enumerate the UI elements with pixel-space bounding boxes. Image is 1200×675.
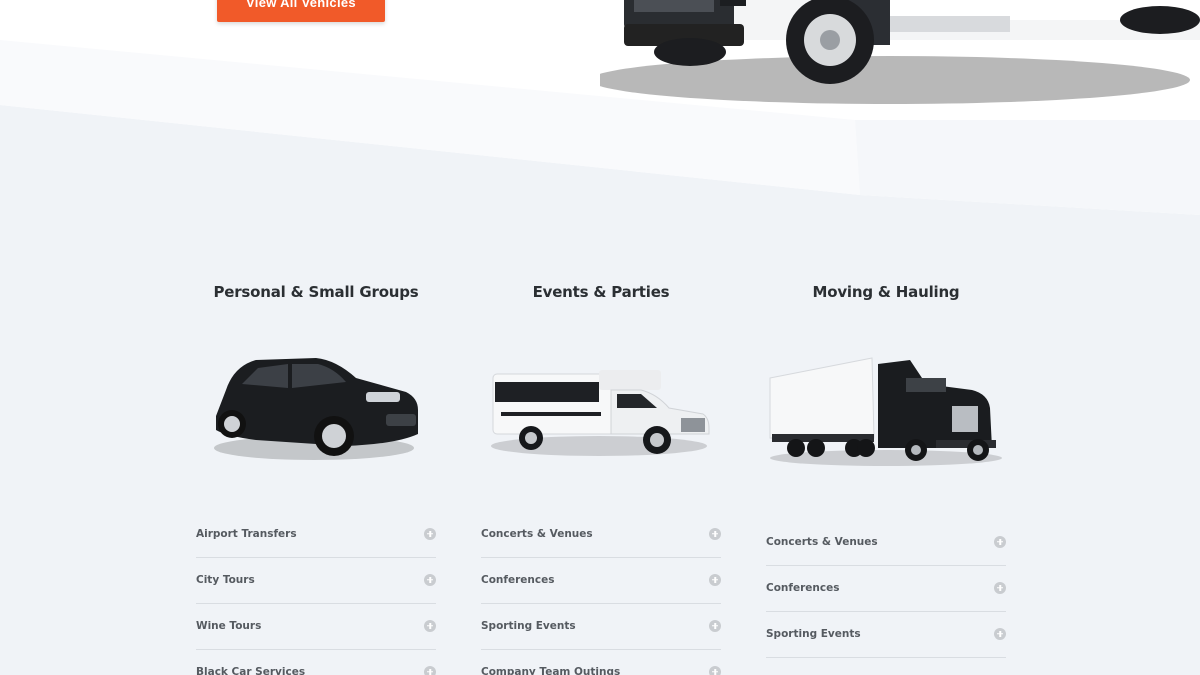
service-list: Airport Transfers City Tours Wine Tours …: [196, 512, 436, 675]
plus-circle-icon[interactable]: [709, 527, 721, 540]
service-label: Sporting Events: [766, 627, 861, 640]
party-bus-icon: [481, 344, 721, 484]
category-title: Personal & Small Groups: [213, 283, 419, 301]
service-item-concerts-venues[interactable]: Concerts & Venues: [481, 512, 721, 558]
category-title: Events & Parties: [532, 283, 670, 301]
service-item-black-car-services[interactable]: Black Car Services: [196, 650, 436, 675]
category-personal-small-groups: Personal & Small Groups Airport Transfer…: [196, 280, 436, 675]
plus-circle-icon[interactable]: [424, 573, 436, 586]
service-label: Concerts & Venues: [481, 527, 593, 540]
service-item-city-tours[interactable]: City Tours: [196, 558, 436, 604]
plus-circle-icon[interactable]: [424, 527, 436, 540]
service-label: Airport Transfers: [196, 527, 297, 540]
service-item-company-team-outings[interactable]: Company Team Outings: [481, 650, 721, 675]
plus-circle-icon[interactable]: [424, 619, 436, 632]
category-events-parties: Events & Parties Concerts & Venues Confe…: [481, 280, 721, 675]
service-item-wine-tours[interactable]: Wine Tours: [196, 604, 436, 650]
category-title: Moving & Hauling: [812, 283, 960, 301]
service-list: Concerts & Venues Conferences Sporting E…: [766, 520, 1006, 658]
hero-section: View All Vehicles: [0, 0, 1200, 240]
plus-circle-icon[interactable]: [709, 619, 721, 632]
plus-circle-icon[interactable]: [709, 665, 721, 675]
service-item-sporting-events[interactable]: Sporting Events: [481, 604, 721, 650]
plus-circle-icon[interactable]: [994, 627, 1006, 640]
service-label: Company Team Outings: [481, 665, 621, 675]
service-item-conferences[interactable]: Conferences: [481, 558, 721, 604]
plus-circle-icon[interactable]: [424, 665, 436, 675]
plus-circle-icon[interactable]: [709, 573, 721, 586]
service-item-concerts-venues[interactable]: Concerts & Venues: [766, 520, 1006, 566]
service-item-sporting-events[interactable]: Sporting Events: [766, 612, 1006, 658]
suv-icon: [196, 344, 436, 484]
view-all-vehicles-button[interactable]: View All Vehicles: [217, 0, 385, 22]
service-label: City Tours: [196, 573, 255, 586]
hero-truck-image: [600, 0, 1200, 104]
semi-truck-icon: [766, 344, 1006, 484]
category-moving-hauling: Moving & Hauling Concerts & Venues Confe…: [766, 280, 1006, 658]
service-label: Sporting Events: [481, 619, 576, 632]
service-label: Conferences: [766, 581, 840, 594]
plus-circle-icon[interactable]: [994, 581, 1006, 594]
service-label: Wine Tours: [196, 619, 262, 632]
service-item-conferences[interactable]: Conferences: [766, 566, 1006, 612]
service-list: Concerts & Venues Conferences Sporting E…: [481, 512, 721, 675]
service-label: Concerts & Venues: [766, 535, 878, 548]
service-label: Black Car Services: [196, 665, 306, 675]
plus-circle-icon[interactable]: [994, 535, 1006, 548]
service-label: Conferences: [481, 573, 555, 586]
service-item-airport-transfers[interactable]: Airport Transfers: [196, 512, 436, 558]
